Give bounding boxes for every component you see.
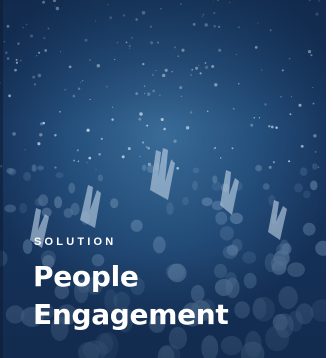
solution-card[interactable]: SOLUTION People Engagement — [0, 0, 326, 358]
card-title-line-2: Engagement — [33, 298, 229, 331]
category-label: SOLUTION — [34, 236, 117, 248]
page-gutter — [326, 0, 333, 358]
card-title-line-1: People — [33, 260, 139, 293]
card-left-edge — [0, 0, 3, 358]
card-title[interactable]: People Engagement — [33, 258, 323, 334]
card-text: SOLUTION People Engagement — [33, 234, 323, 334]
